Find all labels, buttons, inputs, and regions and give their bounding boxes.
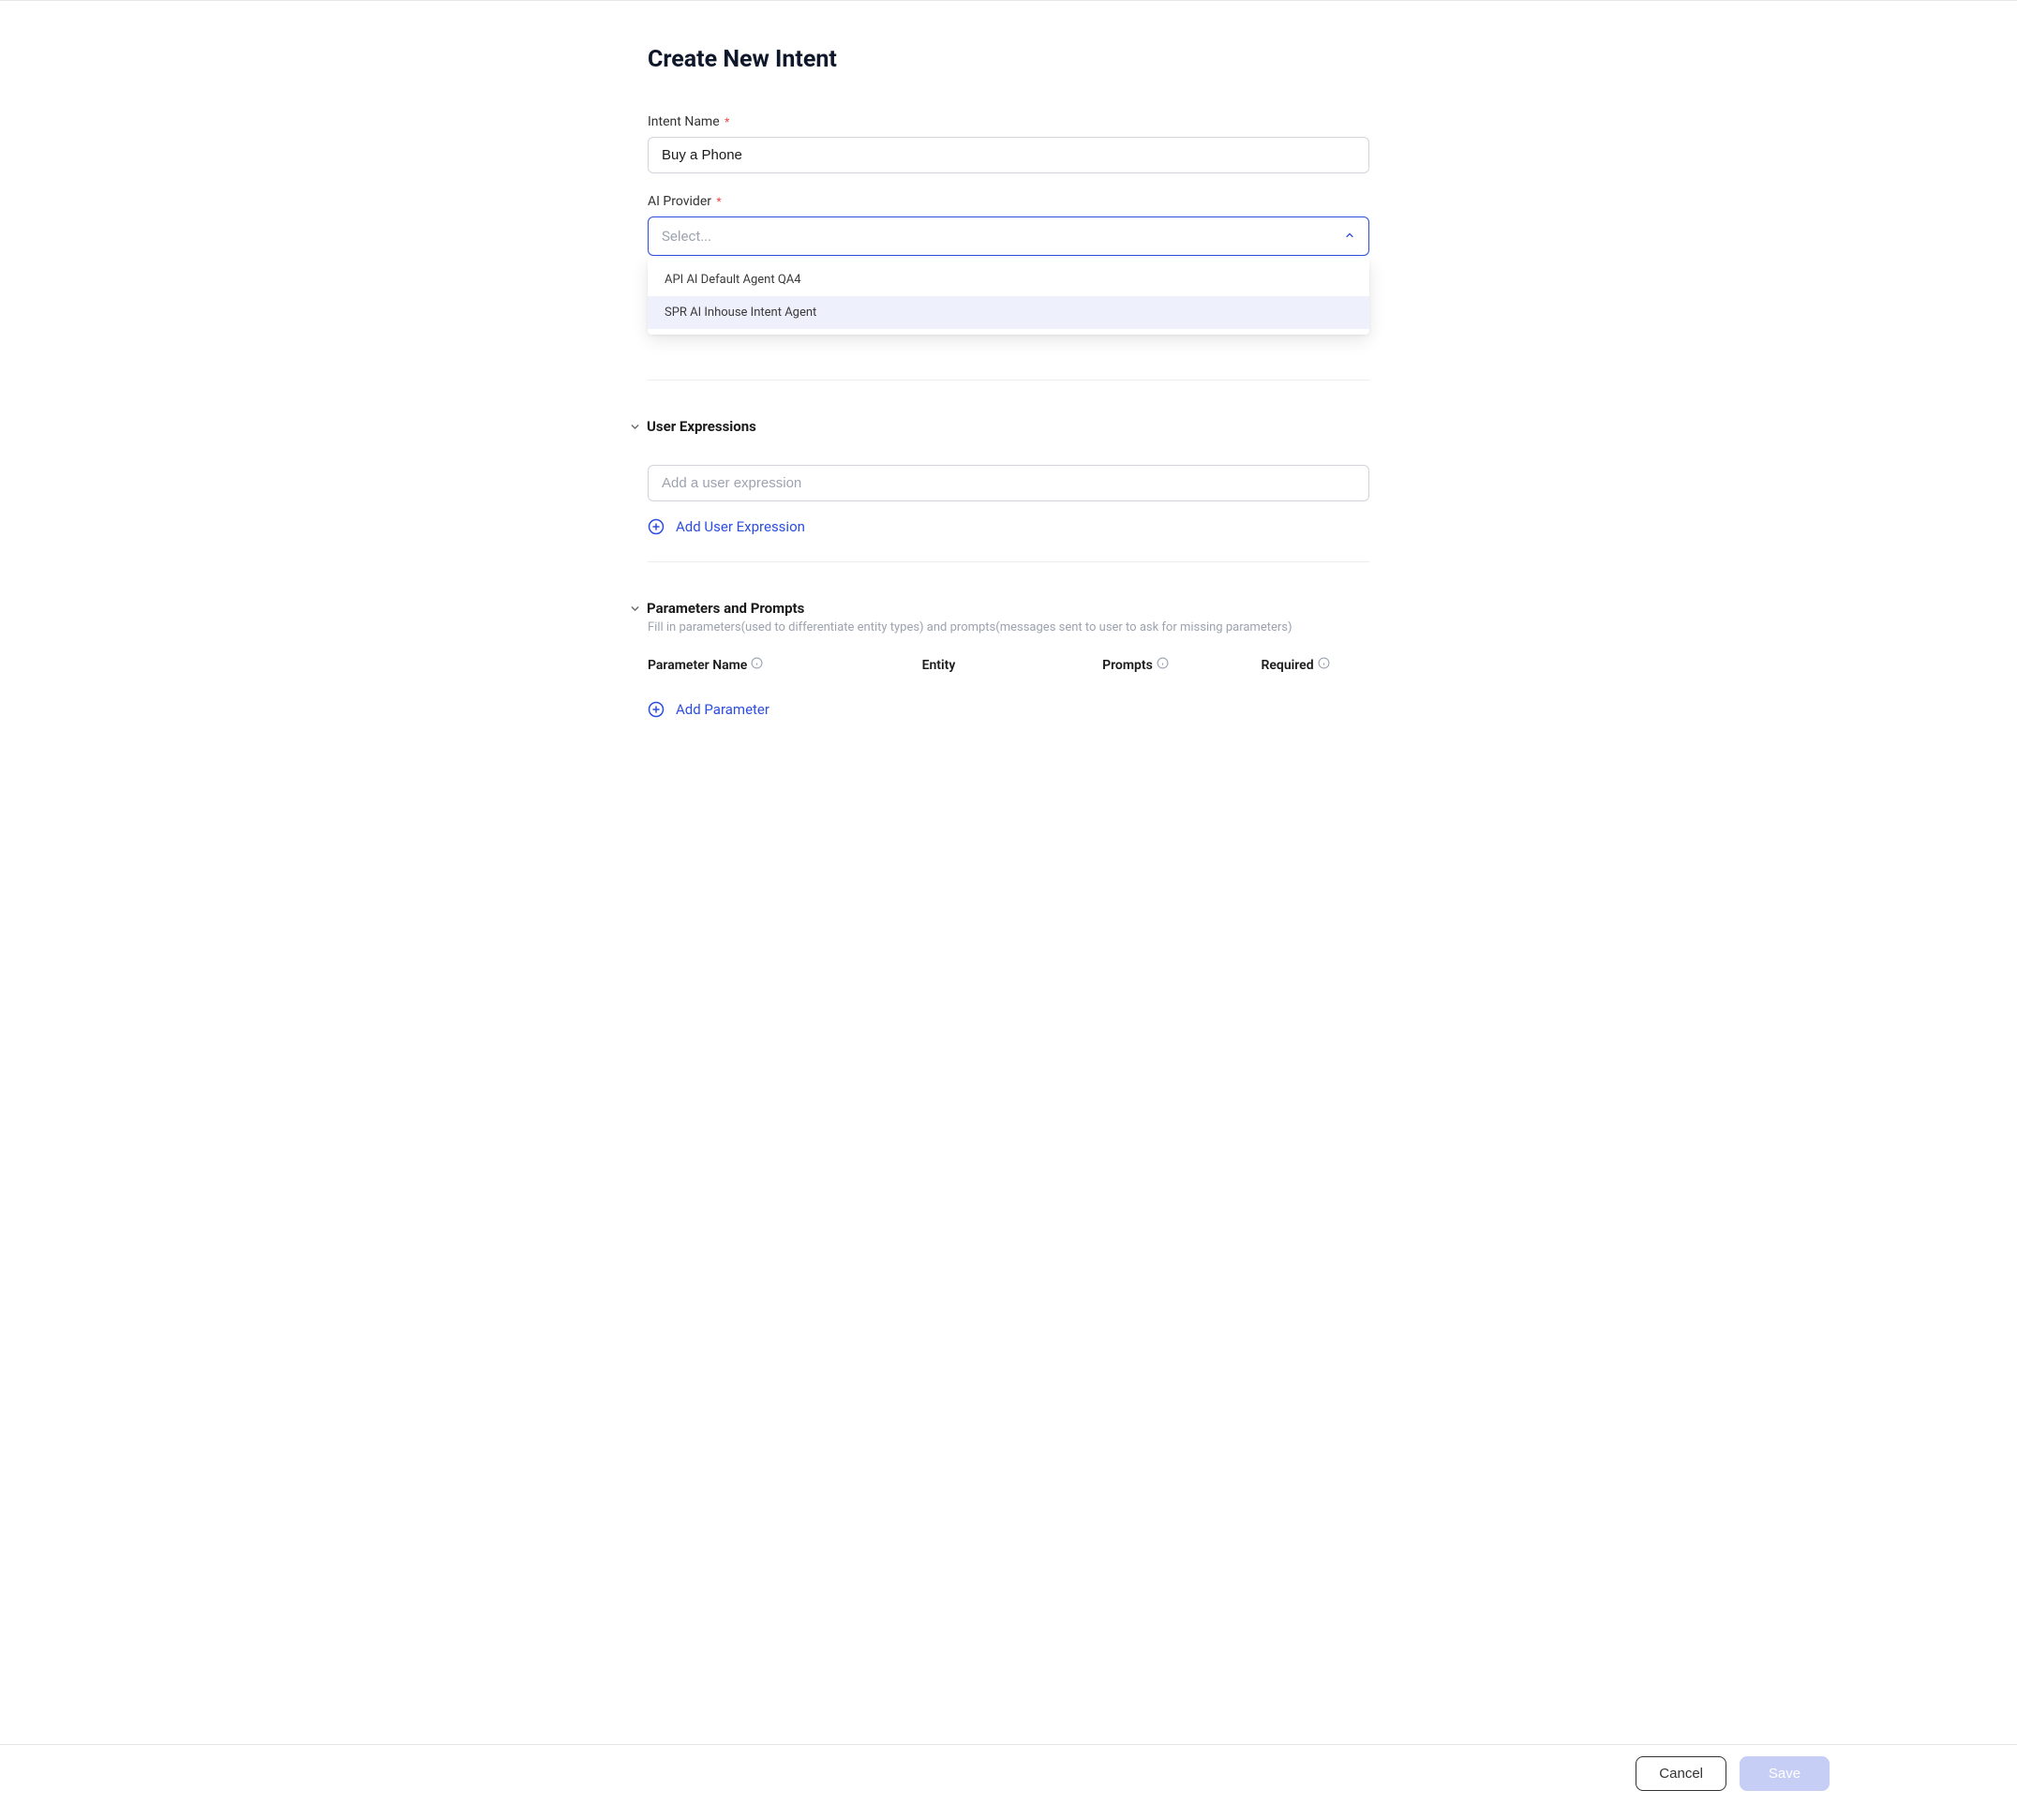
user-expression-input[interactable] [648, 465, 1369, 501]
add-parameter-button[interactable]: Add Parameter [648, 701, 769, 718]
col-parameter-name: Parameter Name [648, 657, 922, 673]
page-content: Create New Intent Intent Name * AI Provi… [0, 0, 2017, 1745]
parameters-subtext: Fill in parameters(used to differentiate… [648, 620, 1369, 634]
col-required: Required [1261, 657, 1369, 673]
plus-circle-icon [648, 518, 665, 535]
user-expressions-title: User Expressions [647, 418, 756, 435]
plus-circle-icon [648, 701, 665, 718]
parameter-table-header: Parameter Name Entity Prompts Required [648, 657, 1369, 673]
required-star-icon: * [725, 115, 729, 128]
ai-provider-option-2[interactable]: SPR AI Inhouse Intent Agent [648, 296, 1369, 329]
parameters-section: Parameters and Prompts Fill in parameter… [648, 562, 1369, 744]
add-user-expression-button[interactable]: Add User Expression [648, 518, 805, 535]
ai-provider-select-wrapper: Select... API AI Default Agent QA4 SPR A… [648, 216, 1369, 256]
parameters-header[interactable]: Parameters and Prompts [629, 600, 1369, 617]
user-expressions-header[interactable]: User Expressions [629, 418, 1369, 435]
info-icon [1157, 657, 1169, 673]
col-prompts: Prompts [1102, 657, 1261, 673]
parameters-title: Parameters and Prompts [647, 600, 804, 617]
ai-provider-field: AI Provider * Select... API AI Default A… [648, 194, 1369, 256]
chevron-down-icon [629, 421, 641, 433]
intent-name-input[interactable] [648, 137, 1369, 173]
ai-provider-placeholder: Select... [662, 228, 711, 245]
intent-name-label: Intent Name [648, 114, 720, 129]
info-icon [751, 657, 763, 673]
ai-provider-label: AI Provider [648, 194, 711, 209]
user-expressions-section: User Expressions Add User Expression [648, 380, 1369, 562]
col-entity: Entity [922, 658, 1103, 673]
add-user-expression-label: Add User Expression [676, 518, 805, 535]
cancel-button[interactable]: Cancel [1636, 1756, 1726, 1791]
save-button[interactable]: Save [1740, 1756, 1830, 1791]
form-container: Create New Intent Intent Name * AI Provi… [601, 1, 1416, 767]
chevron-up-icon [1344, 228, 1355, 245]
intent-name-field: Intent Name * [648, 114, 1369, 173]
chevron-down-icon [629, 603, 641, 615]
ai-provider-option-1[interactable]: API AI Default Agent QA4 [648, 263, 1369, 296]
page-title: Create New Intent [648, 46, 1369, 73]
add-parameter-label: Add Parameter [676, 701, 769, 718]
ai-provider-select[interactable]: Select... [648, 216, 1369, 256]
footer-bar: Cancel Save [0, 1745, 2017, 1802]
info-icon [1318, 657, 1330, 673]
ai-provider-dropdown: API AI Default Agent QA4 SPR AI Inhouse … [648, 258, 1369, 335]
required-star-icon: * [716, 195, 721, 208]
